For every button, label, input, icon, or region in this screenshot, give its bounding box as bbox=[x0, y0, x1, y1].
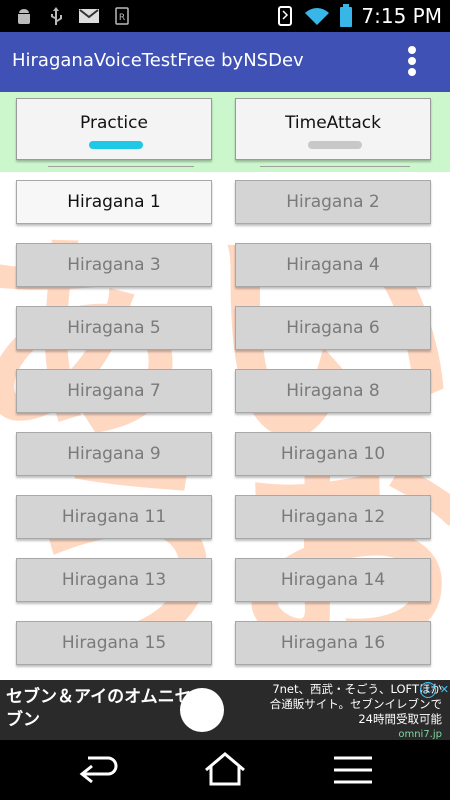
recents-menu-icon[interactable] bbox=[328, 752, 378, 788]
level-button-label: Hiragana 16 bbox=[280, 633, 386, 653]
ad-close-icon[interactable]: ✕ bbox=[440, 683, 449, 696]
practice-label: Practice bbox=[80, 113, 148, 133]
level-button-15[interactable]: Hiragana 15 bbox=[16, 621, 212, 665]
level-button-label: Hiragana 3 bbox=[67, 255, 161, 275]
app-bar: HiraganaVoiceTestFree byNSDev bbox=[0, 32, 450, 92]
level-button-1[interactable]: Hiragana 1 bbox=[16, 180, 212, 224]
practice-indicator bbox=[89, 141, 143, 149]
level-button-label: Hiragana 10 bbox=[280, 444, 386, 464]
level-button-label: Hiragana 8 bbox=[286, 381, 380, 401]
level-button-label: Hiragana 11 bbox=[61, 507, 167, 527]
level-button-5[interactable]: Hiragana 5 bbox=[16, 306, 212, 350]
ad-logo bbox=[180, 688, 224, 732]
level-button-2[interactable]: Hiragana 2 bbox=[235, 180, 431, 224]
ad-line-1: 7net、西武・そごう、LOFTほか bbox=[272, 682, 442, 696]
ad-headline: セブン＆アイのオムニセブン bbox=[6, 687, 192, 730]
level-button-11[interactable]: Hiragana 11 bbox=[16, 495, 212, 539]
level-button-label: Hiragana 14 bbox=[280, 570, 386, 590]
level-button-16[interactable]: Hiragana 16 bbox=[235, 621, 431, 665]
level-button-4[interactable]: Hiragana 4 bbox=[235, 243, 431, 287]
level-button-9[interactable]: Hiragana 9 bbox=[16, 432, 212, 476]
time-attack-button[interactable]: TimeAttack bbox=[235, 98, 431, 160]
level-button-label: Hiragana 4 bbox=[286, 255, 380, 275]
level-button-13[interactable]: Hiragana 13 bbox=[16, 558, 212, 602]
level-button-label: Hiragana 5 bbox=[67, 318, 161, 338]
ad-right-panel: 7net、西武・そごう、LOFTほか 合通販サイト。セブンイレブンで 24時間受… bbox=[200, 680, 450, 740]
level-button-label: Hiragana 1 bbox=[67, 192, 161, 212]
level-button-8[interactable]: Hiragana 8 bbox=[235, 369, 431, 413]
home-icon[interactable] bbox=[200, 752, 250, 788]
gmail-icon bbox=[79, 9, 99, 23]
app-title: HiraganaVoiceTestFree byNSDev bbox=[12, 50, 304, 71]
status-time: 7:15 PM bbox=[361, 4, 442, 28]
ad-description: 7net、西武・そごう、LOFTほか 合通販サイト。セブンイレブンで 24時間受… bbox=[222, 682, 442, 742]
svg-text:R: R bbox=[119, 13, 125, 23]
practice-underline bbox=[48, 166, 194, 167]
navigation-bar bbox=[0, 740, 450, 800]
battery-icon bbox=[340, 4, 353, 27]
level-button-14[interactable]: Hiragana 14 bbox=[235, 558, 431, 602]
level-button-label: Hiragana 7 bbox=[67, 381, 161, 401]
overflow-menu-icon[interactable] bbox=[404, 44, 420, 80]
mode-bar: Practice TimeAttack bbox=[0, 92, 450, 172]
android-icon bbox=[18, 9, 30, 24]
time-attack-underline bbox=[260, 166, 410, 167]
ad-banner[interactable]: 7net、西武・そごう、LOFTほか 合通販サイト。セブンイレブンで 24時間受… bbox=[0, 680, 450, 740]
level-button-7[interactable]: Hiragana 7 bbox=[16, 369, 212, 413]
level-button-label: Hiragana 15 bbox=[61, 633, 167, 653]
ad-line-2: 合通販サイト。セブンイレブンで bbox=[269, 697, 442, 711]
level-grid: あ い う お Hiragana 1Hiragana 2Hiragana 3Hi… bbox=[0, 172, 450, 680]
ad-line-3: 24時間受取可能 bbox=[358, 712, 442, 726]
level-button-10[interactable]: Hiragana 10 bbox=[235, 432, 431, 476]
practice-button[interactable]: Practice bbox=[16, 98, 212, 160]
level-button-3[interactable]: Hiragana 3 bbox=[16, 243, 212, 287]
usb-icon bbox=[51, 7, 62, 25]
level-button-label: Hiragana 12 bbox=[280, 507, 386, 527]
level-button-label: Hiragana 9 bbox=[67, 444, 161, 464]
time-attack-label: TimeAttack bbox=[285, 113, 381, 133]
notification-icon: R bbox=[115, 7, 129, 25]
level-button-label: Hiragana 2 bbox=[286, 192, 380, 212]
status-bar: R 7:15 PM bbox=[0, 0, 450, 32]
ad-info-icon[interactable]: ⓘ bbox=[420, 682, 436, 698]
back-icon[interactable] bbox=[72, 752, 122, 788]
level-button-12[interactable]: Hiragana 12 bbox=[235, 495, 431, 539]
level-button-6[interactable]: Hiragana 6 bbox=[235, 306, 431, 350]
level-button-label: Hiragana 13 bbox=[61, 570, 167, 590]
vibrate-icon bbox=[278, 6, 293, 26]
wifi-icon bbox=[305, 8, 330, 25]
level-button-label: Hiragana 6 bbox=[286, 318, 380, 338]
time-attack-indicator bbox=[308, 141, 362, 149]
